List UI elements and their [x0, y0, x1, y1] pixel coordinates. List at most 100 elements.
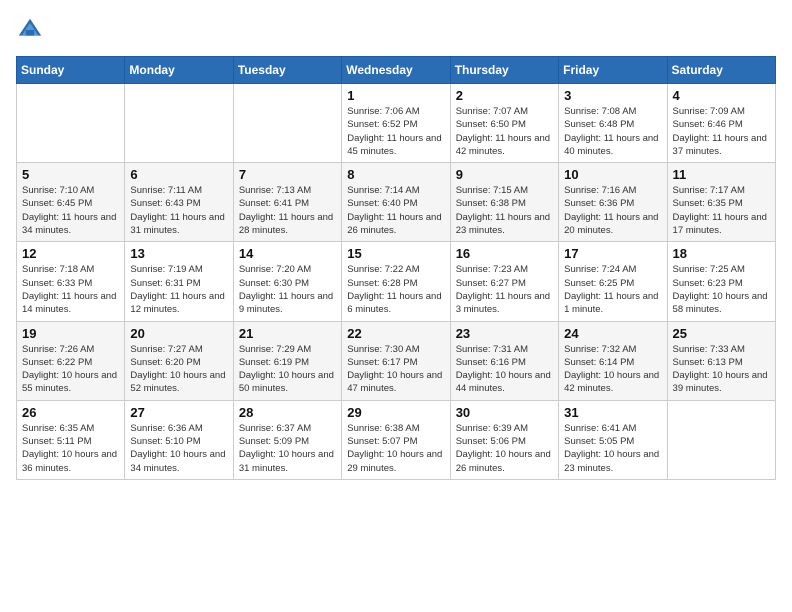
weekday-header: Monday [125, 57, 233, 84]
weekday-header: Saturday [667, 57, 775, 84]
day-number: 14 [239, 246, 336, 261]
day-info: Sunrise: 7:08 AM Sunset: 6:48 PM Dayligh… [564, 105, 661, 158]
day-number: 2 [456, 88, 553, 103]
calendar-cell: 6 Sunrise: 7:11 AM Sunset: 6:43 PM Daylig… [125, 163, 233, 242]
day-number: 24 [564, 326, 661, 341]
calendar-cell: 11 Sunrise: 7:17 AM Sunset: 6:35 PM Dayli… [667, 163, 775, 242]
calendar-week-row: 26Sunrise: 6:35 AM Sunset: 5:11 PM Dayli… [17, 400, 776, 479]
calendar-cell: 13Sunrise: 7:19 AM Sunset: 6:31 PM Dayli… [125, 242, 233, 321]
calendar-cell: 5 Sunrise: 7:10 AM Sunset: 6:45 PM Daylig… [17, 163, 125, 242]
calendar-cell: 31 Sunrise: 6:41 AM Sunset: 5:05 PM Dayli… [559, 400, 667, 479]
day-number: 5 [22, 167, 119, 182]
day-info: Sunrise: 6:38 AM Sunset: 5:07 PM Dayligh… [347, 422, 444, 475]
calendar-cell: 2 Sunrise: 7:07 AM Sunset: 6:50 PM Daylig… [450, 84, 558, 163]
calendar-cell: 10 Sunrise: 7:16 AM Sunset: 6:36 PM Dayli… [559, 163, 667, 242]
day-info: Sunrise: 7:29 AM Sunset: 6:19 PM Dayligh… [239, 343, 336, 396]
day-info: Sunrise: 7:27 AM Sunset: 6:20 PM Dayligh… [130, 343, 227, 396]
day-info: Sunrise: 7:16 AM Sunset: 6:36 PM Dayligh… [564, 184, 661, 237]
day-info: Sunrise: 7:19 AM Sunset: 6:31 PM Dayligh… [130, 263, 227, 316]
day-number: 29 [347, 405, 444, 420]
calendar-table: SundayMondayTuesdayWednesdayThursdayFrid… [16, 56, 776, 480]
day-number: 9 [456, 167, 553, 182]
day-info: Sunrise: 6:39 AM Sunset: 5:06 PM Dayligh… [456, 422, 553, 475]
day-number: 23 [456, 326, 553, 341]
day-info: Sunrise: 7:07 AM Sunset: 6:50 PM Dayligh… [456, 105, 553, 158]
calendar-week-row: 19 Sunrise: 7:26 AM Sunset: 6:22 PM Dayli… [17, 321, 776, 400]
calendar-cell [233, 84, 341, 163]
day-number: 6 [130, 167, 227, 182]
calendar-cell: 24 Sunrise: 7:32 AM Sunset: 6:14 PM Dayli… [559, 321, 667, 400]
day-info: Sunrise: 7:32 AM Sunset: 6:14 PM Dayligh… [564, 343, 661, 396]
weekday-header: Tuesday [233, 57, 341, 84]
calendar-cell: 4 Sunrise: 7:09 AM Sunset: 6:46 PM Daylig… [667, 84, 775, 163]
calendar-cell: 16 Sunrise: 7:23 AM Sunset: 6:27 PM Dayli… [450, 242, 558, 321]
calendar-cell: 23 Sunrise: 7:31 AM Sunset: 6:16 PM Dayli… [450, 321, 558, 400]
calendar-cell: 14 Sunrise: 7:20 AM Sunset: 6:30 PM Dayli… [233, 242, 341, 321]
calendar-cell: 26Sunrise: 6:35 AM Sunset: 5:11 PM Dayli… [17, 400, 125, 479]
calendar-cell: 12 Sunrise: 7:18 AM Sunset: 6:33 PM Dayli… [17, 242, 125, 321]
calendar-cell: 25 Sunrise: 7:33 AM Sunset: 6:13 PM Dayli… [667, 321, 775, 400]
calendar-cell [667, 400, 775, 479]
day-number: 28 [239, 405, 336, 420]
day-number: 25 [673, 326, 770, 341]
day-info: Sunrise: 7:25 AM Sunset: 6:23 PM Dayligh… [673, 263, 770, 316]
calendar-week-row: 5 Sunrise: 7:10 AM Sunset: 6:45 PM Daylig… [17, 163, 776, 242]
day-number: 10 [564, 167, 661, 182]
day-number: 20 [130, 326, 227, 341]
day-info: Sunrise: 7:10 AM Sunset: 6:45 PM Dayligh… [22, 184, 119, 237]
weekday-header: Friday [559, 57, 667, 84]
calendar-cell: 1Sunrise: 7:06 AM Sunset: 6:52 PM Daylig… [342, 84, 450, 163]
day-number: 11 [673, 167, 770, 182]
day-info: Sunrise: 6:37 AM Sunset: 5:09 PM Dayligh… [239, 422, 336, 475]
day-number: 19 [22, 326, 119, 341]
calendar-cell: 30Sunrise: 6:39 AM Sunset: 5:06 PM Dayli… [450, 400, 558, 479]
day-info: Sunrise: 7:09 AM Sunset: 6:46 PM Dayligh… [673, 105, 770, 158]
calendar-cell: 7Sunrise: 7:13 AM Sunset: 6:41 PM Daylig… [233, 163, 341, 242]
calendar-week-row: 1Sunrise: 7:06 AM Sunset: 6:52 PM Daylig… [17, 84, 776, 163]
day-info: Sunrise: 7:11 AM Sunset: 6:43 PM Dayligh… [130, 184, 227, 237]
calendar-week-row: 12 Sunrise: 7:18 AM Sunset: 6:33 PM Dayli… [17, 242, 776, 321]
calendar-cell: 17Sunrise: 7:24 AM Sunset: 6:25 PM Dayli… [559, 242, 667, 321]
day-number: 4 [673, 88, 770, 103]
day-info: Sunrise: 7:33 AM Sunset: 6:13 PM Dayligh… [673, 343, 770, 396]
day-info: Sunrise: 7:15 AM Sunset: 6:38 PM Dayligh… [456, 184, 553, 237]
calendar-cell: 18 Sunrise: 7:25 AM Sunset: 6:23 PM Dayli… [667, 242, 775, 321]
day-number: 1 [347, 88, 444, 103]
day-info: Sunrise: 7:18 AM Sunset: 6:33 PM Dayligh… [22, 263, 119, 316]
day-info: Sunrise: 6:41 AM Sunset: 5:05 PM Dayligh… [564, 422, 661, 475]
calendar-cell: 20 Sunrise: 7:27 AM Sunset: 6:20 PM Dayli… [125, 321, 233, 400]
day-number: 22 [347, 326, 444, 341]
day-info: Sunrise: 7:26 AM Sunset: 6:22 PM Dayligh… [22, 343, 119, 396]
calendar-cell: 15Sunrise: 7:22 AM Sunset: 6:28 PM Dayli… [342, 242, 450, 321]
calendar-cell: 29 Sunrise: 6:38 AM Sunset: 5:07 PM Dayli… [342, 400, 450, 479]
day-info: Sunrise: 7:23 AM Sunset: 6:27 PM Dayligh… [456, 263, 553, 316]
calendar-cell [125, 84, 233, 163]
calendar-cell: 28 Sunrise: 6:37 AM Sunset: 5:09 PM Dayli… [233, 400, 341, 479]
weekday-header: Sunday [17, 57, 125, 84]
calendar-header-row: SundayMondayTuesdayWednesdayThursdayFrid… [17, 57, 776, 84]
day-number: 12 [22, 246, 119, 261]
calendar-cell: 21 Sunrise: 7:29 AM Sunset: 6:19 PM Dayli… [233, 321, 341, 400]
page-header [16, 16, 776, 44]
weekday-header: Thursday [450, 57, 558, 84]
day-number: 17 [564, 246, 661, 261]
day-number: 16 [456, 246, 553, 261]
day-info: Sunrise: 7:20 AM Sunset: 6:30 PM Dayligh… [239, 263, 336, 316]
calendar-cell: 22 Sunrise: 7:30 AM Sunset: 6:17 PM Dayli… [342, 321, 450, 400]
day-info: Sunrise: 7:31 AM Sunset: 6:16 PM Dayligh… [456, 343, 553, 396]
day-number: 7 [239, 167, 336, 182]
day-info: Sunrise: 7:14 AM Sunset: 6:40 PM Dayligh… [347, 184, 444, 237]
day-number: 31 [564, 405, 661, 420]
calendar-cell: 19 Sunrise: 7:26 AM Sunset: 6:22 PM Dayli… [17, 321, 125, 400]
calendar-cell: 27Sunrise: 6:36 AM Sunset: 5:10 PM Dayli… [125, 400, 233, 479]
weekday-header: Wednesday [342, 57, 450, 84]
calendar-cell: 3Sunrise: 7:08 AM Sunset: 6:48 PM Daylig… [559, 84, 667, 163]
day-info: Sunrise: 7:22 AM Sunset: 6:28 PM Dayligh… [347, 263, 444, 316]
day-number: 27 [130, 405, 227, 420]
day-info: Sunrise: 7:30 AM Sunset: 6:17 PM Dayligh… [347, 343, 444, 396]
logo-icon [16, 16, 44, 44]
day-info: Sunrise: 7:17 AM Sunset: 6:35 PM Dayligh… [673, 184, 770, 237]
day-number: 18 [673, 246, 770, 261]
day-number: 21 [239, 326, 336, 341]
day-info: Sunrise: 6:35 AM Sunset: 5:11 PM Dayligh… [22, 422, 119, 475]
